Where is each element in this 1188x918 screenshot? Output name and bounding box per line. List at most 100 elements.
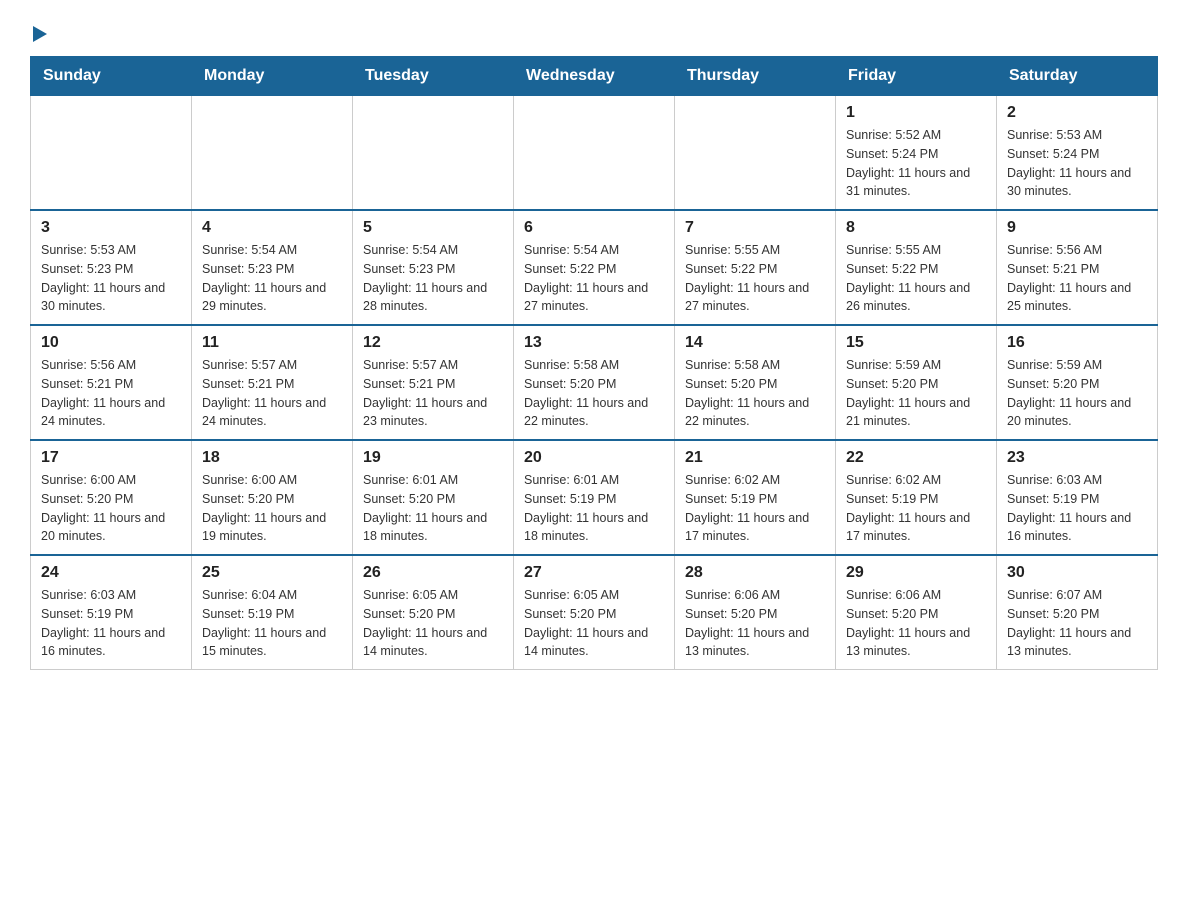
day-number: 8 (846, 219, 986, 237)
day-number: 5 (363, 219, 503, 237)
calendar-header-thursday: Thursday (675, 57, 836, 96)
calendar-cell: 14 Sunrise: 5:58 AM Sunset: 5:20 PM Dayli… (675, 325, 836, 440)
calendar-table: SundayMondayTuesdayWednesdayThursdayFrid… (30, 56, 1158, 670)
day-number: 25 (202, 564, 342, 582)
day-info: Sunrise: 5:56 AM Sunset: 5:21 PM Dayligh… (1007, 241, 1147, 316)
day-info: Sunrise: 5:57 AM Sunset: 5:21 PM Dayligh… (363, 356, 503, 431)
day-number: 24 (41, 564, 181, 582)
calendar-week-row: 17 Sunrise: 6:00 AM Sunset: 5:20 PM Dayli… (31, 440, 1158, 555)
calendar-header-wednesday: Wednesday (514, 57, 675, 96)
calendar-cell: 24 Sunrise: 6:03 AM Sunset: 5:19 PM Dayli… (31, 555, 192, 670)
calendar-week-row: 1 Sunrise: 5:52 AM Sunset: 5:24 PM Daylig… (31, 96, 1158, 211)
calendar-cell: 27 Sunrise: 6:05 AM Sunset: 5:20 PM Dayli… (514, 555, 675, 670)
calendar-cell: 5Sunrise: 5:54 AM Sunset: 5:23 PM Daylig… (353, 210, 514, 325)
calendar-cell: 3Sunrise: 5:53 AM Sunset: 5:23 PM Daylig… (31, 210, 192, 325)
calendar-header-friday: Friday (836, 57, 997, 96)
calendar-cell: 8 Sunrise: 5:55 AM Sunset: 5:22 PM Daylig… (836, 210, 997, 325)
day-number: 22 (846, 449, 986, 467)
day-number: 14 (685, 334, 825, 352)
calendar-cell: 22 Sunrise: 6:02 AM Sunset: 5:19 PM Dayli… (836, 440, 997, 555)
day-number: 18 (202, 449, 342, 467)
day-info: Sunrise: 6:00 AM Sunset: 5:20 PM Dayligh… (41, 471, 181, 546)
day-number: 10 (41, 334, 181, 352)
day-info: Sunrise: 5:58 AM Sunset: 5:20 PM Dayligh… (685, 356, 825, 431)
day-number: 11 (202, 334, 342, 352)
day-info: Sunrise: 5:54 AM Sunset: 5:23 PM Dayligh… (202, 241, 342, 316)
calendar-cell (192, 96, 353, 211)
calendar-cell: 13Sunrise: 5:58 AM Sunset: 5:20 PM Dayli… (514, 325, 675, 440)
calendar-cell (353, 96, 514, 211)
calendar-cell (514, 96, 675, 211)
day-info: Sunrise: 5:54 AM Sunset: 5:22 PM Dayligh… (524, 241, 664, 316)
calendar-cell: 21 Sunrise: 6:02 AM Sunset: 5:19 PM Dayli… (675, 440, 836, 555)
calendar-header-sunday: Sunday (31, 57, 192, 96)
day-info: Sunrise: 6:01 AM Sunset: 5:19 PM Dayligh… (524, 471, 664, 546)
day-number: 29 (846, 564, 986, 582)
day-number: 26 (363, 564, 503, 582)
day-info: Sunrise: 6:06 AM Sunset: 5:20 PM Dayligh… (846, 586, 986, 661)
calendar-cell: 18 Sunrise: 6:00 AM Sunset: 5:20 PM Dayli… (192, 440, 353, 555)
calendar-cell (675, 96, 836, 211)
calendar-cell: 20 Sunrise: 6:01 AM Sunset: 5:19 PM Dayli… (514, 440, 675, 555)
day-info: Sunrise: 6:02 AM Sunset: 5:19 PM Dayligh… (846, 471, 986, 546)
day-info: Sunrise: 6:07 AM Sunset: 5:20 PM Dayligh… (1007, 586, 1147, 661)
calendar-week-row: 10 Sunrise: 5:56 AM Sunset: 5:21 PM Dayli… (31, 325, 1158, 440)
calendar-cell: 10 Sunrise: 5:56 AM Sunset: 5:21 PM Dayli… (31, 325, 192, 440)
day-number: 17 (41, 449, 181, 467)
day-number: 19 (363, 449, 503, 467)
calendar-cell: 19Sunrise: 6:01 AM Sunset: 5:20 PM Dayli… (353, 440, 514, 555)
day-info: Sunrise: 6:05 AM Sunset: 5:20 PM Dayligh… (363, 586, 503, 661)
calendar-cell: 1 Sunrise: 5:52 AM Sunset: 5:24 PM Daylig… (836, 96, 997, 211)
day-number: 13 (524, 334, 664, 352)
day-number: 21 (685, 449, 825, 467)
calendar-cell: 23 Sunrise: 6:03 AM Sunset: 5:19 PM Dayli… (997, 440, 1158, 555)
day-number: 20 (524, 449, 664, 467)
day-number: 27 (524, 564, 664, 582)
calendar-cell: 11 Sunrise: 5:57 AM Sunset: 5:21 PM Dayli… (192, 325, 353, 440)
calendar-cell: 26 Sunrise: 6:05 AM Sunset: 5:20 PM Dayli… (353, 555, 514, 670)
day-number: 9 (1007, 219, 1147, 237)
calendar-header-tuesday: Tuesday (353, 57, 514, 96)
calendar-cell: 15 Sunrise: 5:59 AM Sunset: 5:20 PM Dayli… (836, 325, 997, 440)
day-number: 28 (685, 564, 825, 582)
day-info: Sunrise: 6:03 AM Sunset: 5:19 PM Dayligh… (41, 586, 181, 661)
calendar-week-row: 24 Sunrise: 6:03 AM Sunset: 5:19 PM Dayli… (31, 555, 1158, 670)
calendar-cell: 7 Sunrise: 5:55 AM Sunset: 5:22 PM Daylig… (675, 210, 836, 325)
day-number: 2 (1007, 104, 1147, 122)
calendar-cell: 30Sunrise: 6:07 AM Sunset: 5:20 PM Dayli… (997, 555, 1158, 670)
day-info: Sunrise: 5:55 AM Sunset: 5:22 PM Dayligh… (846, 241, 986, 316)
day-info: Sunrise: 5:52 AM Sunset: 5:24 PM Dayligh… (846, 126, 986, 201)
day-number: 23 (1007, 449, 1147, 467)
calendar-header-saturday: Saturday (997, 57, 1158, 96)
calendar-cell: 12 Sunrise: 5:57 AM Sunset: 5:21 PM Dayli… (353, 325, 514, 440)
calendar-header-monday: Monday (192, 57, 353, 96)
calendar-cell: 16Sunrise: 5:59 AM Sunset: 5:20 PM Dayli… (997, 325, 1158, 440)
day-number: 6 (524, 219, 664, 237)
day-info: Sunrise: 5:59 AM Sunset: 5:20 PM Dayligh… (846, 356, 986, 431)
day-number: 1 (846, 104, 986, 122)
day-number: 4 (202, 219, 342, 237)
calendar-header-row: SundayMondayTuesdayWednesdayThursdayFrid… (31, 57, 1158, 96)
day-info: Sunrise: 5:56 AM Sunset: 5:21 PM Dayligh… (41, 356, 181, 431)
calendar-cell: 9 Sunrise: 5:56 AM Sunset: 5:21 PM Daylig… (997, 210, 1158, 325)
calendar-week-row: 3Sunrise: 5:53 AM Sunset: 5:23 PM Daylig… (31, 210, 1158, 325)
calendar-cell: 17 Sunrise: 6:00 AM Sunset: 5:20 PM Dayli… (31, 440, 192, 555)
calendar-cell (31, 96, 192, 211)
logo-arrow-icon (33, 26, 47, 42)
day-number: 7 (685, 219, 825, 237)
calendar-cell: 29 Sunrise: 6:06 AM Sunset: 5:20 PM Dayli… (836, 555, 997, 670)
day-number: 15 (846, 334, 986, 352)
calendar-cell: 4 Sunrise: 5:54 AM Sunset: 5:23 PM Daylig… (192, 210, 353, 325)
day-info: Sunrise: 5:59 AM Sunset: 5:20 PM Dayligh… (1007, 356, 1147, 431)
day-info: Sunrise: 6:04 AM Sunset: 5:19 PM Dayligh… (202, 586, 342, 661)
calendar-cell: 28Sunrise: 6:06 AM Sunset: 5:20 PM Dayli… (675, 555, 836, 670)
day-info: Sunrise: 5:55 AM Sunset: 5:22 PM Dayligh… (685, 241, 825, 316)
day-info: Sunrise: 6:03 AM Sunset: 5:19 PM Dayligh… (1007, 471, 1147, 546)
day-info: Sunrise: 5:57 AM Sunset: 5:21 PM Dayligh… (202, 356, 342, 431)
day-info: Sunrise: 5:53 AM Sunset: 5:24 PM Dayligh… (1007, 126, 1147, 201)
day-number: 12 (363, 334, 503, 352)
day-info: Sunrise: 6:05 AM Sunset: 5:20 PM Dayligh… (524, 586, 664, 661)
day-info: Sunrise: 6:00 AM Sunset: 5:20 PM Dayligh… (202, 471, 342, 546)
page-header (30, 20, 1158, 36)
day-info: Sunrise: 6:02 AM Sunset: 5:19 PM Dayligh… (685, 471, 825, 546)
